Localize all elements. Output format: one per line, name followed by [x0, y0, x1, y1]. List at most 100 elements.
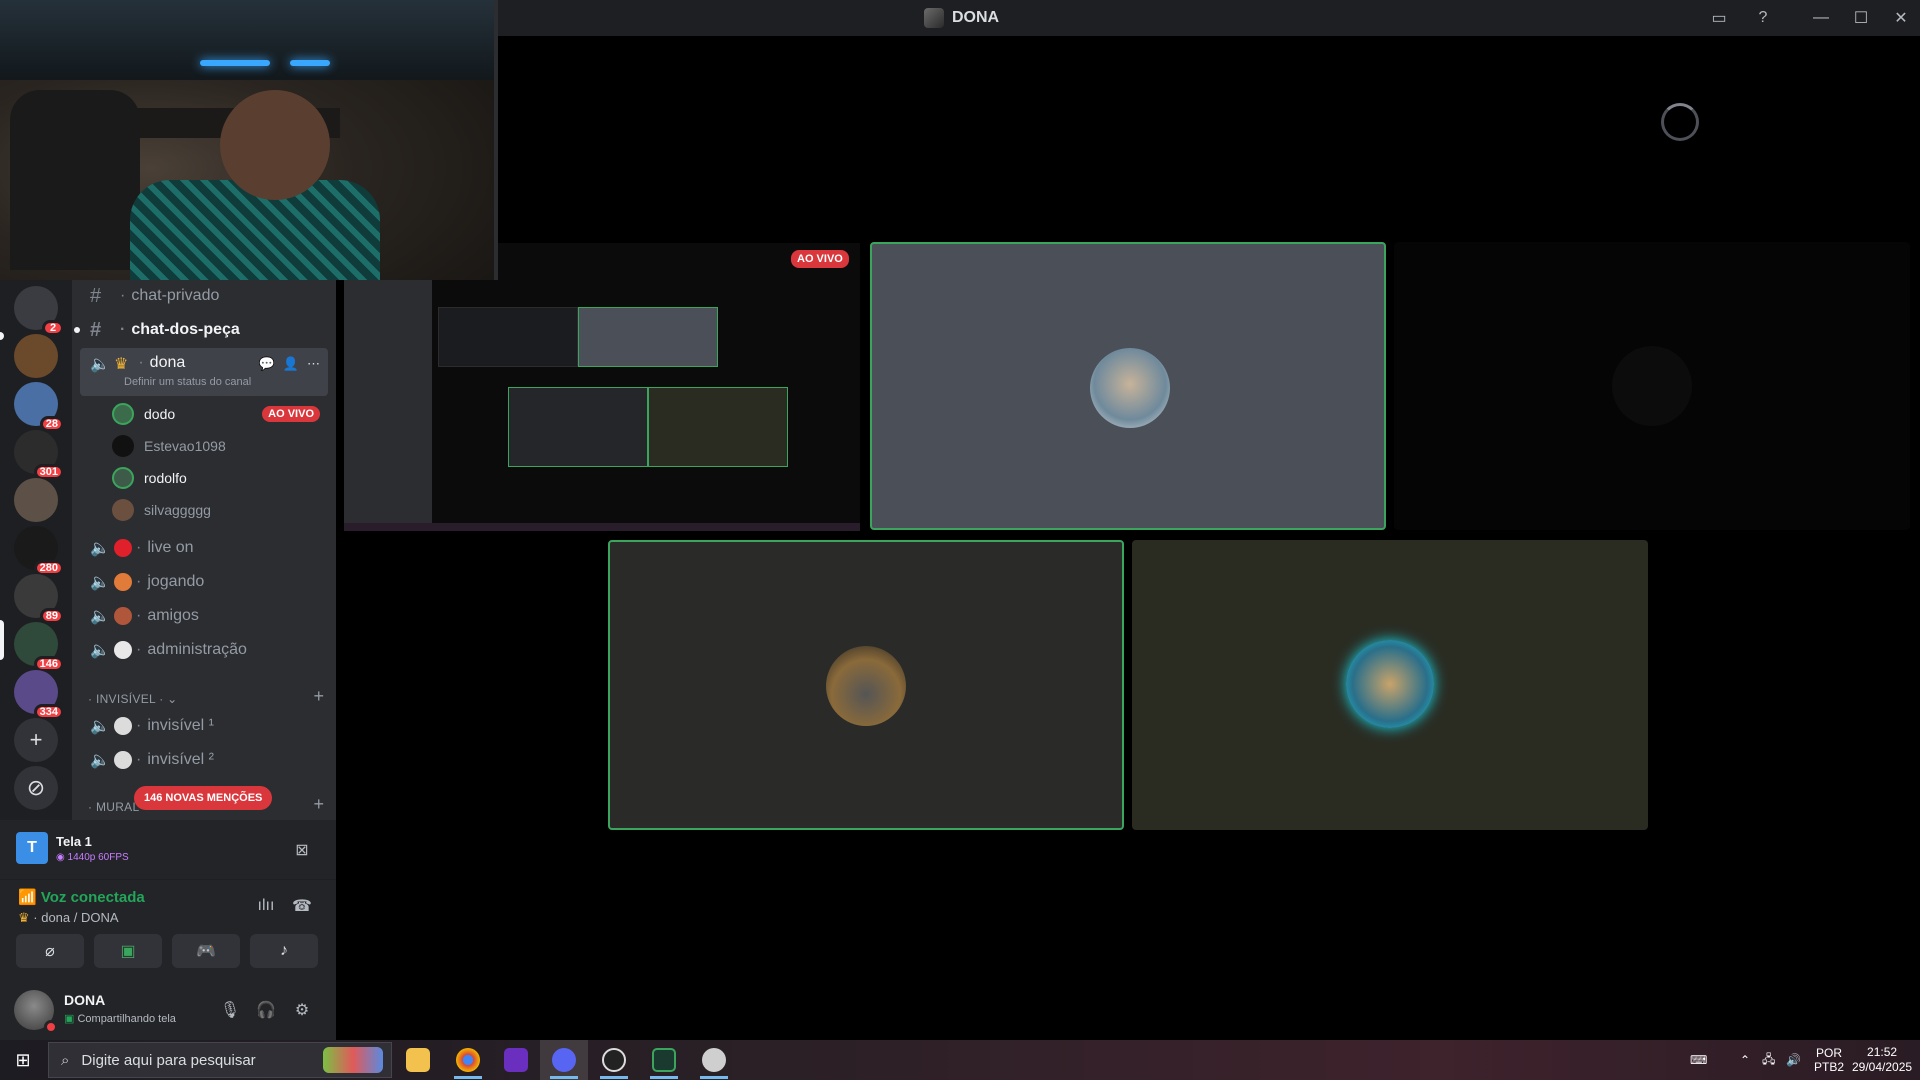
- disconnect-icon[interactable]: ☎: [288, 892, 316, 920]
- voice-channel-dona[interactable]: 🔈 ♛ · dona Definir um status do canal 💬 👤…: [80, 348, 328, 396]
- shared-screen-pane: [508, 387, 648, 467]
- help-icon[interactable]: ?: [1750, 6, 1776, 30]
- add-member-icon[interactable]: 👤: [283, 356, 299, 372]
- unread-badge: 28: [39, 416, 64, 432]
- participant-tile[interactable]: [1132, 540, 1648, 830]
- search-highlight-icon: [323, 1047, 383, 1073]
- category-mural[interactable]: · MURAL: [88, 800, 139, 814]
- camera-off-button[interactable]: ⌀: [16, 934, 84, 968]
- voice-channel-live-on[interactable]: 🔈 · live on: [80, 532, 328, 564]
- channel-label: live on: [147, 539, 194, 556]
- windows-start-icon[interactable]: ⊞: [0, 1040, 46, 1080]
- category-label: MURAL: [95, 800, 140, 814]
- soundboard-button[interactable]: ♪: [250, 934, 318, 968]
- file-explorer-icon[interactable]: [394, 1040, 442, 1080]
- new-mentions-button[interactable]: 146 NOVAS MENÇÕES: [134, 786, 273, 810]
- voice-channel-name[interactable]: ♛ · dona / DONA: [18, 910, 119, 926]
- search-placeholder: Digite aqui para pesquisar: [81, 1051, 256, 1069]
- voice-status: 📶 Voz conectada: [18, 889, 145, 906]
- chevron-down-icon: ⌄: [167, 692, 178, 706]
- voice-channel-jogando[interactable]: 🔈 · jogando: [80, 566, 328, 598]
- tray-expand-icon[interactable]: ⌃: [1740, 1040, 1750, 1080]
- server-icon: [924, 8, 944, 28]
- channel-label: amigos: [147, 607, 199, 624]
- server-icon[interactable]: 28: [14, 382, 64, 432]
- activities-button[interactable]: 🎮: [172, 934, 240, 968]
- server-icon[interactable]: 301: [14, 430, 64, 480]
- window-title-area: DONA: [924, 8, 999, 28]
- keyboard-icon[interactable]: ⌨: [1690, 1040, 1707, 1080]
- screen-share-button[interactable]: ▣: [94, 934, 162, 968]
- chrome-icon[interactable]: [444, 1040, 492, 1080]
- server-icon[interactable]: 280: [14, 526, 64, 576]
- basketball-icon: [114, 573, 132, 591]
- participant-tile-empty[interactable]: [1394, 242, 1910, 530]
- server-icon[interactable]: 146: [14, 622, 64, 672]
- xbox-icon[interactable]: [640, 1040, 688, 1080]
- speaker-icon: 🔈: [90, 752, 110, 769]
- maximize-button[interactable]: ☐: [1848, 6, 1874, 30]
- voice-channel-administracao[interactable]: 🔈 · administração: [80, 634, 328, 666]
- stop-stream-icon[interactable]: ⊠: [288, 836, 316, 864]
- settings-gear-icon[interactable]: ⚙: [288, 996, 316, 1024]
- taskbar-search-box[interactable]: ⌕ Digite aqui para pesquisar: [48, 1042, 392, 1078]
- inbox-icon[interactable]: ▭: [1706, 6, 1732, 30]
- voice-channel-amigos[interactable]: 🔈 · amigos: [80, 600, 328, 632]
- ghost-icon: [114, 751, 132, 769]
- live-badge: AO VIVO: [791, 250, 849, 268]
- server-icon[interactable]: [14, 334, 58, 378]
- voice-status-label: Voz conectada: [40, 889, 145, 906]
- loading-spinner-icon: [1661, 103, 1699, 141]
- server-selected-pill: [0, 620, 4, 660]
- voice-channel-invisivel-2[interactable]: 🔈 · invisível ²: [80, 744, 328, 776]
- chat-bubble-icon[interactable]: 💬: [259, 356, 275, 372]
- headphones-icon[interactable]: 🎧: [252, 996, 280, 1024]
- category-invisivel[interactable]: · INVISÍVEL · ⌄: [88, 692, 178, 706]
- folder-icon: [406, 1048, 430, 1072]
- noise-suppression-icon[interactable]: ılıı: [252, 892, 280, 920]
- crown-icon: ♛: [114, 356, 129, 373]
- server-icon[interactable]: [14, 478, 58, 522]
- voice-user-dodo[interactable]: dodo AO VIVO: [112, 400, 328, 428]
- server-folder[interactable]: 334: [14, 670, 64, 720]
- discover-icon[interactable]: ⊘: [14, 766, 58, 810]
- obs-icon[interactable]: [590, 1040, 638, 1080]
- running-indicator: [700, 1076, 728, 1079]
- user-name: dodo: [144, 406, 176, 422]
- add-channel-icon[interactable]: +: [313, 794, 324, 815]
- volume-icon[interactable]: 🔊: [1786, 1040, 1801, 1080]
- voice-user[interactable]: silvaggggg: [112, 496, 328, 524]
- add-server-icon[interactable]: +: [14, 718, 58, 762]
- voice-user[interactable]: Estevao1098: [112, 432, 328, 460]
- nzxt-icon[interactable]: [492, 1040, 540, 1080]
- language-indicator[interactable]: POR PTB2: [1814, 1040, 1844, 1080]
- channel-list: # · chat-privado # · chat-dos-peça 🔈 ♛ · do…: [72, 280, 336, 820]
- stream-title: Tela 1: [56, 834, 92, 849]
- microphone-icon[interactable]: 🎙: [216, 996, 244, 1024]
- network-icon[interactable]: 🖧: [1762, 1040, 1775, 1080]
- participant-tile[interactable]: [870, 242, 1386, 530]
- channel-label: dona: [149, 354, 186, 371]
- clock[interactable]: 21:52 29/04/2025: [1852, 1040, 1912, 1080]
- running-indicator: [550, 1076, 578, 1079]
- participant-avatar: [826, 646, 906, 726]
- participant-tile[interactable]: [608, 540, 1124, 830]
- channel-chat-privado[interactable]: # · chat-privado: [80, 280, 328, 312]
- channel-chat-dos-peca[interactable]: # · chat-dos-peça: [74, 314, 328, 346]
- server-icon[interactable]: 89: [14, 574, 64, 624]
- voice-user[interactable]: rodolfo: [112, 464, 328, 492]
- discord-icon[interactable]: [540, 1040, 588, 1080]
- server-icon[interactable]: 2: [14, 286, 64, 336]
- minimize-button[interactable]: —: [1808, 6, 1834, 30]
- app-icon[interactable]: [690, 1040, 738, 1080]
- voice-channel-invisivel-1[interactable]: 🔈 · invisível ¹: [80, 710, 328, 742]
- ghost-icon: [114, 717, 132, 735]
- screen-share-tile[interactable]: [344, 243, 860, 531]
- voice-panel: 📶 Voz conectada ♛ · dona / DONA ılıı ☎ ⌀…: [0, 880, 336, 980]
- close-button[interactable]: ✕: [1888, 6, 1914, 30]
- channel-label: chat-privado: [131, 287, 220, 304]
- channel-status[interactable]: Definir um status do canal: [124, 376, 251, 388]
- add-channel-icon[interactable]: +: [313, 686, 324, 707]
- more-icon[interactable]: ⋯: [307, 356, 320, 372]
- text-channel-icon: #: [90, 318, 102, 341]
